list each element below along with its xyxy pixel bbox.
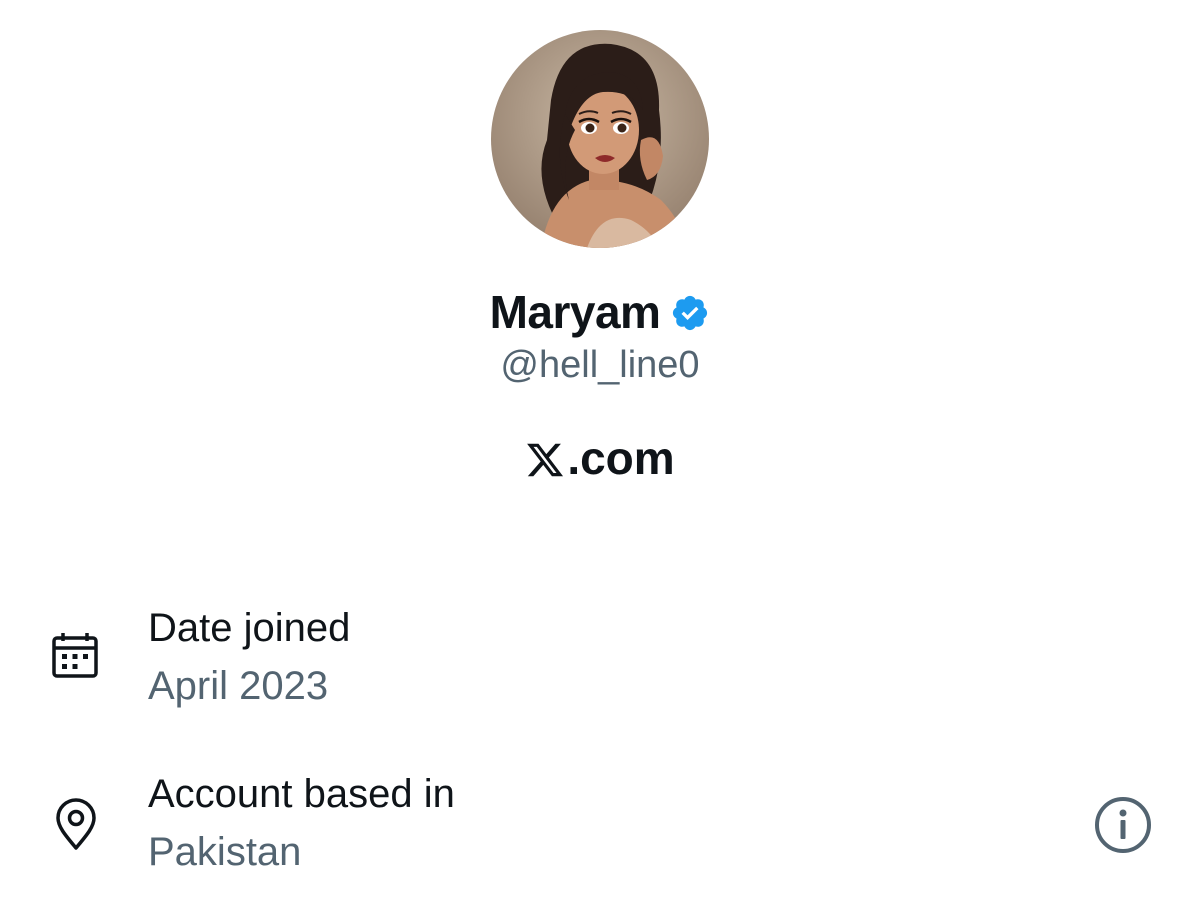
- date-joined-value: April 2023: [148, 664, 329, 708]
- location-pin-icon: [56, 798, 96, 850]
- account-based-in-label: Account based in: [148, 772, 455, 816]
- avatar[interactable]: [491, 30, 709, 248]
- user-handle: @hell_line0: [500, 344, 700, 386]
- account-based-in-value: Pakistan: [148, 830, 302, 874]
- profile-name-row: Maryam: [0, 280, 1200, 344]
- x-logo-icon: [527, 443, 564, 477]
- info-icon[interactable]: [1092, 794, 1154, 856]
- date-joined-label: Date joined: [148, 606, 351, 650]
- date-joined-row: Date joined April 2023: [0, 598, 1200, 718]
- avatar-image: [491, 30, 709, 248]
- calendar-icon: [52, 633, 98, 678]
- site-label: .com: [0, 428, 1200, 488]
- verified-badge-icon[interactable]: [670, 293, 710, 333]
- display-name: Maryam: [489, 286, 661, 338]
- account-based-in-row: Account based in Pakistan: [0, 764, 1200, 884]
- site-suffix: .com: [567, 432, 675, 484]
